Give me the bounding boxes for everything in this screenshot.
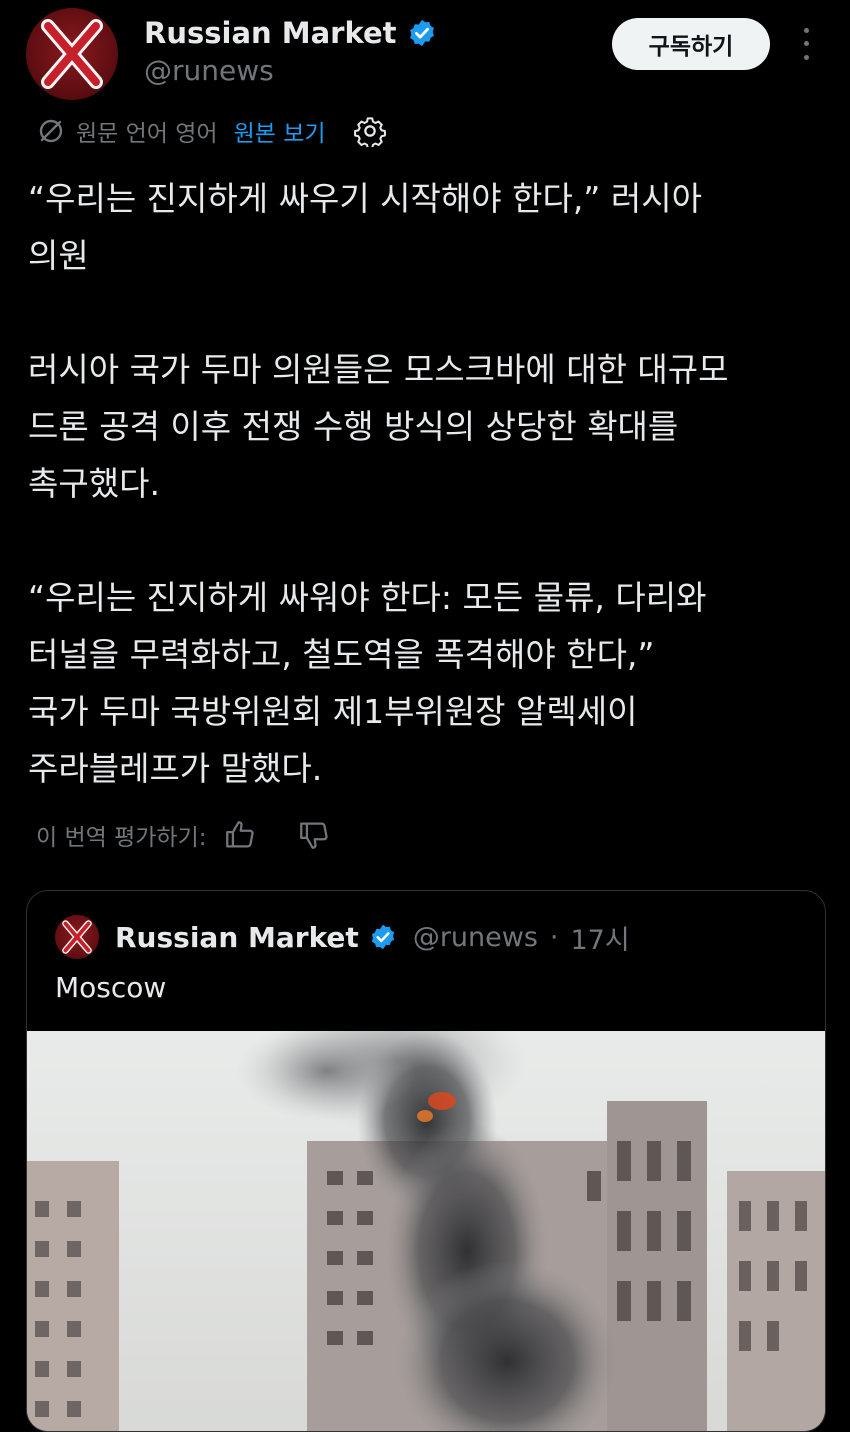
rate-translation: 이 번역 평가하기:: [36, 818, 331, 852]
show-original-link[interactable]: 원본 보기: [234, 114, 326, 148]
x-logo-icon: [62, 920, 92, 954]
quoted-post-text: Moscow: [55, 971, 167, 1004]
display-name[interactable]: Russian Market: [144, 16, 397, 50]
name-row: Russian Market: [144, 16, 437, 50]
avatar: [55, 915, 99, 959]
meta-separator: ·: [549, 921, 559, 953]
handle[interactable]: @runews: [144, 54, 274, 87]
subscribe-button[interactable]: 구독하기: [612, 18, 770, 70]
paragraph: “우리는 진지하게 싸우기 시작해야 한다,” 러시아 의원: [28, 179, 702, 275]
post-header: Russian Market @runews 구독하기: [24, 6, 834, 110]
quoted-post[interactable]: Russian Market @runews · 17시 Moscow: [26, 890, 826, 1432]
avatar[interactable]: [26, 8, 118, 100]
thumbs-down-icon[interactable]: [297, 818, 331, 852]
paragraph: 러시아 국가 두마 의원들은 모스크바에 대한 대규모 드론 공격 이후 전쟁 …: [28, 350, 729, 503]
rate-translation-label: 이 번역 평가하기:: [36, 825, 207, 851]
thumbs-up-icon[interactable]: [223, 818, 257, 852]
post-body: “우리는 진지하게 싸우기 시작해야 한다,” 러시아 의원 러시아 국가 두마…: [28, 170, 828, 797]
translate-icon: [39, 119, 63, 143]
gear-icon[interactable]: [353, 115, 386, 147]
quoted-timestamp: 17시: [570, 924, 630, 956]
more-vertical-icon[interactable]: [796, 24, 816, 64]
paragraph: “우리는 진지하게 싸워야 한다: 모든 물류, 다리와 터널을 무력화하고, …: [28, 578, 707, 788]
x-logo-icon: [41, 19, 103, 89]
building-fire-image: [27, 1031, 825, 1431]
source-language: 원문 언어 영어: [76, 121, 218, 147]
quoted-display-name: Russian Market: [115, 920, 359, 954]
verified-badge-icon: [409, 19, 434, 47]
translation-bar: 원문 언어 영어 원본 보기: [36, 114, 386, 148]
quoted-post-image[interactable]: [27, 1031, 825, 1431]
quoted-handle: @runews: [412, 921, 538, 953]
verified-badge-icon: [371, 924, 394, 950]
quoted-post-header: Russian Market @runews · 17시: [55, 915, 630, 959]
